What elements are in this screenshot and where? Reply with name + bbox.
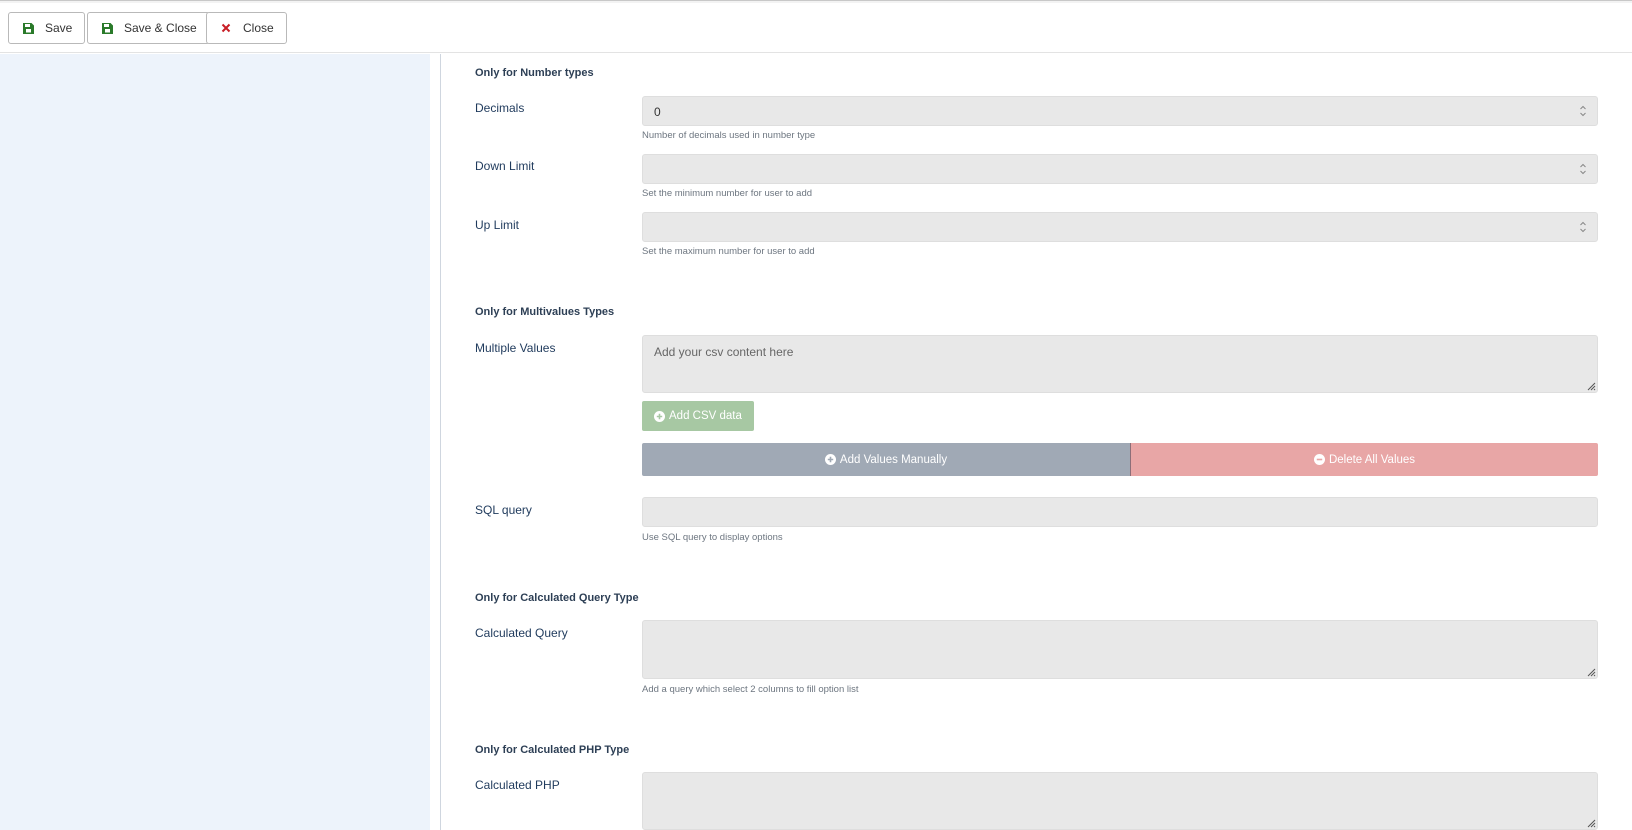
save-button-label: Save — [45, 21, 73, 35]
add-values-manually-label: Add Values Manually — [839, 453, 948, 466]
down-limit-help: Set the minimum number for user to add — [642, 188, 813, 199]
spinner-arrows-icon[interactable] — [1579, 104, 1587, 118]
down-limit-input[interactable] — [642, 154, 1598, 184]
sql-query-input[interactable] — [642, 497, 1598, 527]
delete-all-values-button[interactable]: Delete All Values — [1130, 443, 1598, 476]
close-icon — [220, 22, 232, 34]
up-limit-help: Set the maximum number for user to add — [642, 246, 815, 257]
resize-grip-icon[interactable] — [1587, 819, 1596, 828]
multiple-values-label: Multiple Values — [475, 341, 556, 355]
up-limit-label: Up Limit — [475, 218, 520, 232]
spinner-arrows-icon[interactable] — [1579, 162, 1587, 176]
calculated-php-textarea[interactable] — [642, 772, 1598, 830]
plus-circle-icon — [654, 410, 665, 422]
calculated-query-help: Add a query which select 2 columns to fi… — [642, 684, 859, 695]
resize-grip-icon[interactable] — [1587, 382, 1596, 391]
calc-php-section-title: Only for Calculated PHP Type — [475, 744, 630, 756]
plus-circle-icon — [824, 454, 836, 465]
add-values-manually-button[interactable]: Add Values Manually — [642, 443, 1130, 476]
resize-grip-icon[interactable] — [1587, 668, 1596, 677]
save-button[interactable]: Save — [8, 12, 86, 44]
up-limit-input[interactable] — [642, 212, 1598, 242]
multiple-values-placeholder: Add your csv content here — [654, 345, 794, 359]
close-label: Close — [243, 21, 274, 35]
floppy-disk-icon — [22, 22, 34, 34]
add-csv-data-label: Add CSV data — [669, 410, 742, 422]
calculated-query-textarea[interactable] — [642, 620, 1598, 679]
field-options-panel: Only for Number types Decimals 0 Number … — [440, 54, 1632, 830]
decimals-help: Number of decimals used in number type — [642, 130, 816, 141]
calc-query-section-title: Only for Calculated Query Type — [475, 592, 639, 604]
toolbar: Save Save & Close Close — [0, 3, 1632, 53]
sql-query-label: SQL query — [475, 503, 532, 517]
number-section-title: Only for Number types — [475, 67, 594, 79]
save-and-close-button[interactable]: Save & Close — [87, 12, 210, 44]
decimals-input[interactable]: 0 — [642, 96, 1598, 126]
sql-query-help: Use SQL query to display options — [642, 532, 783, 543]
calculated-php-label: Calculated PHP — [475, 778, 560, 792]
add-csv-data-button[interactable]: Add CSV data — [642, 401, 754, 431]
sidebar — [0, 54, 430, 830]
down-limit-label: Down Limit — [475, 159, 535, 173]
floppy-disk-icon — [101, 22, 113, 34]
multivalues-section-title: Only for Multivalues Types — [475, 306, 615, 318]
multiple-values-textarea[interactable]: Add your csv content here — [642, 335, 1598, 393]
spinner-arrows-icon[interactable] — [1579, 220, 1587, 234]
save-and-close-label: Save & Close — [124, 21, 197, 35]
decimals-value: 0 — [654, 105, 661, 119]
calculated-query-label: Calculated Query — [475, 626, 568, 640]
decimals-label: Decimals — [475, 101, 525, 115]
minus-circle-icon — [1313, 454, 1325, 465]
delete-all-values-label: Delete All Values — [1328, 453, 1416, 466]
close-button[interactable]: Close — [206, 12, 287, 44]
